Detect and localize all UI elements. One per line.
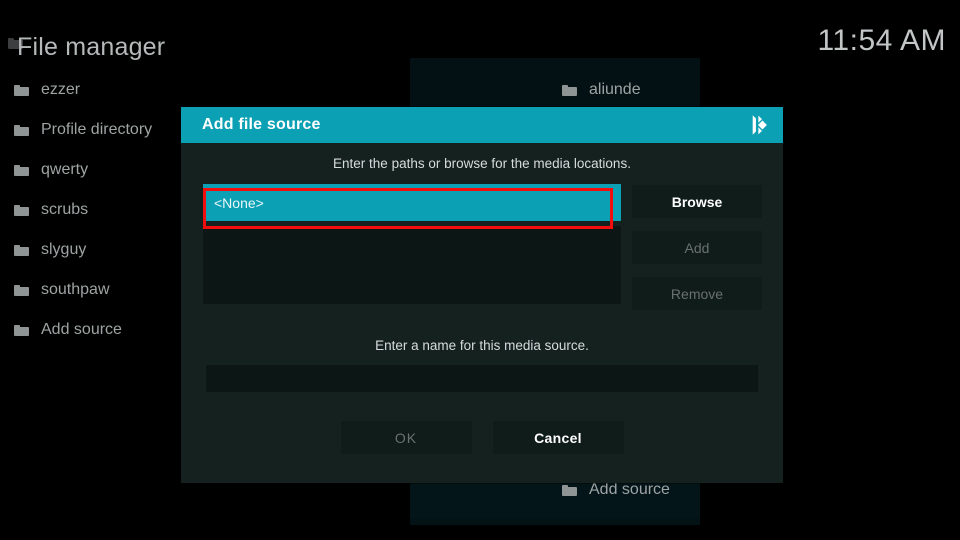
folder-icon — [14, 84, 29, 96]
list-item-label: Add source — [41, 321, 122, 338]
folder-icon — [14, 164, 29, 176]
folder-icon — [562, 84, 577, 96]
dialog-subtitle: Enter the paths or browse for the media … — [333, 156, 631, 171]
list-item-label: ezzer — [41, 81, 81, 98]
file-manager-screen: File manager 11:54 AM ezzer Profile dire… — [0, 0, 960, 540]
list-item-label: southpaw — [41, 281, 110, 298]
folder-icon — [14, 124, 29, 136]
path-input-value: <None> — [214, 194, 264, 211]
folder-icon — [14, 204, 29, 216]
list-item-label: Profile directory — [41, 121, 153, 138]
path-area: <None> — [203, 184, 621, 304]
name-input[interactable] — [206, 365, 758, 392]
browse-button[interactable]: Browse — [632, 185, 762, 218]
cancel-button[interactable]: Cancel — [492, 421, 624, 454]
list-item[interactable]: ezzer — [0, 70, 420, 110]
name-label: Enter a name for this media source. — [375, 338, 589, 353]
path-input-selected[interactable]: <None> — [203, 184, 621, 221]
footer-button-group: OK Cancel — [181, 421, 783, 454]
path-list[interactable] — [203, 226, 621, 304]
add-button[interactable]: Add — [632, 231, 762, 264]
add-file-source-dialog: Add file source Enter the paths or brows… — [181, 107, 783, 483]
side-button-group: Browse Add Remove — [632, 185, 762, 323]
folder-icon — [14, 324, 29, 336]
remove-button[interactable]: Remove — [632, 277, 762, 310]
ok-button[interactable]: OK — [340, 421, 472, 454]
folder-icon — [14, 284, 29, 296]
file-list-right-column: aliunde — [548, 70, 958, 110]
list-item[interactable]: aliunde — [548, 70, 958, 110]
dialog-title: Add file source — [202, 116, 321, 133]
folder-icon — [562, 484, 577, 496]
list-item-label: aliunde — [589, 81, 641, 98]
page-title: File manager — [17, 33, 166, 61]
kodi-logo-icon — [747, 112, 773, 138]
dialog-titlebar: Add file source — [181, 107, 783, 143]
folder-icon — [14, 244, 29, 256]
kodi-logo-glyph — [752, 115, 767, 135]
clock: 11:54 AM — [817, 24, 946, 57]
list-item-label: slyguy — [41, 241, 87, 258]
list-item-label: qwerty — [41, 161, 89, 178]
list-item-label: Add source — [589, 481, 670, 498]
list-item-label: scrubs — [41, 201, 89, 218]
